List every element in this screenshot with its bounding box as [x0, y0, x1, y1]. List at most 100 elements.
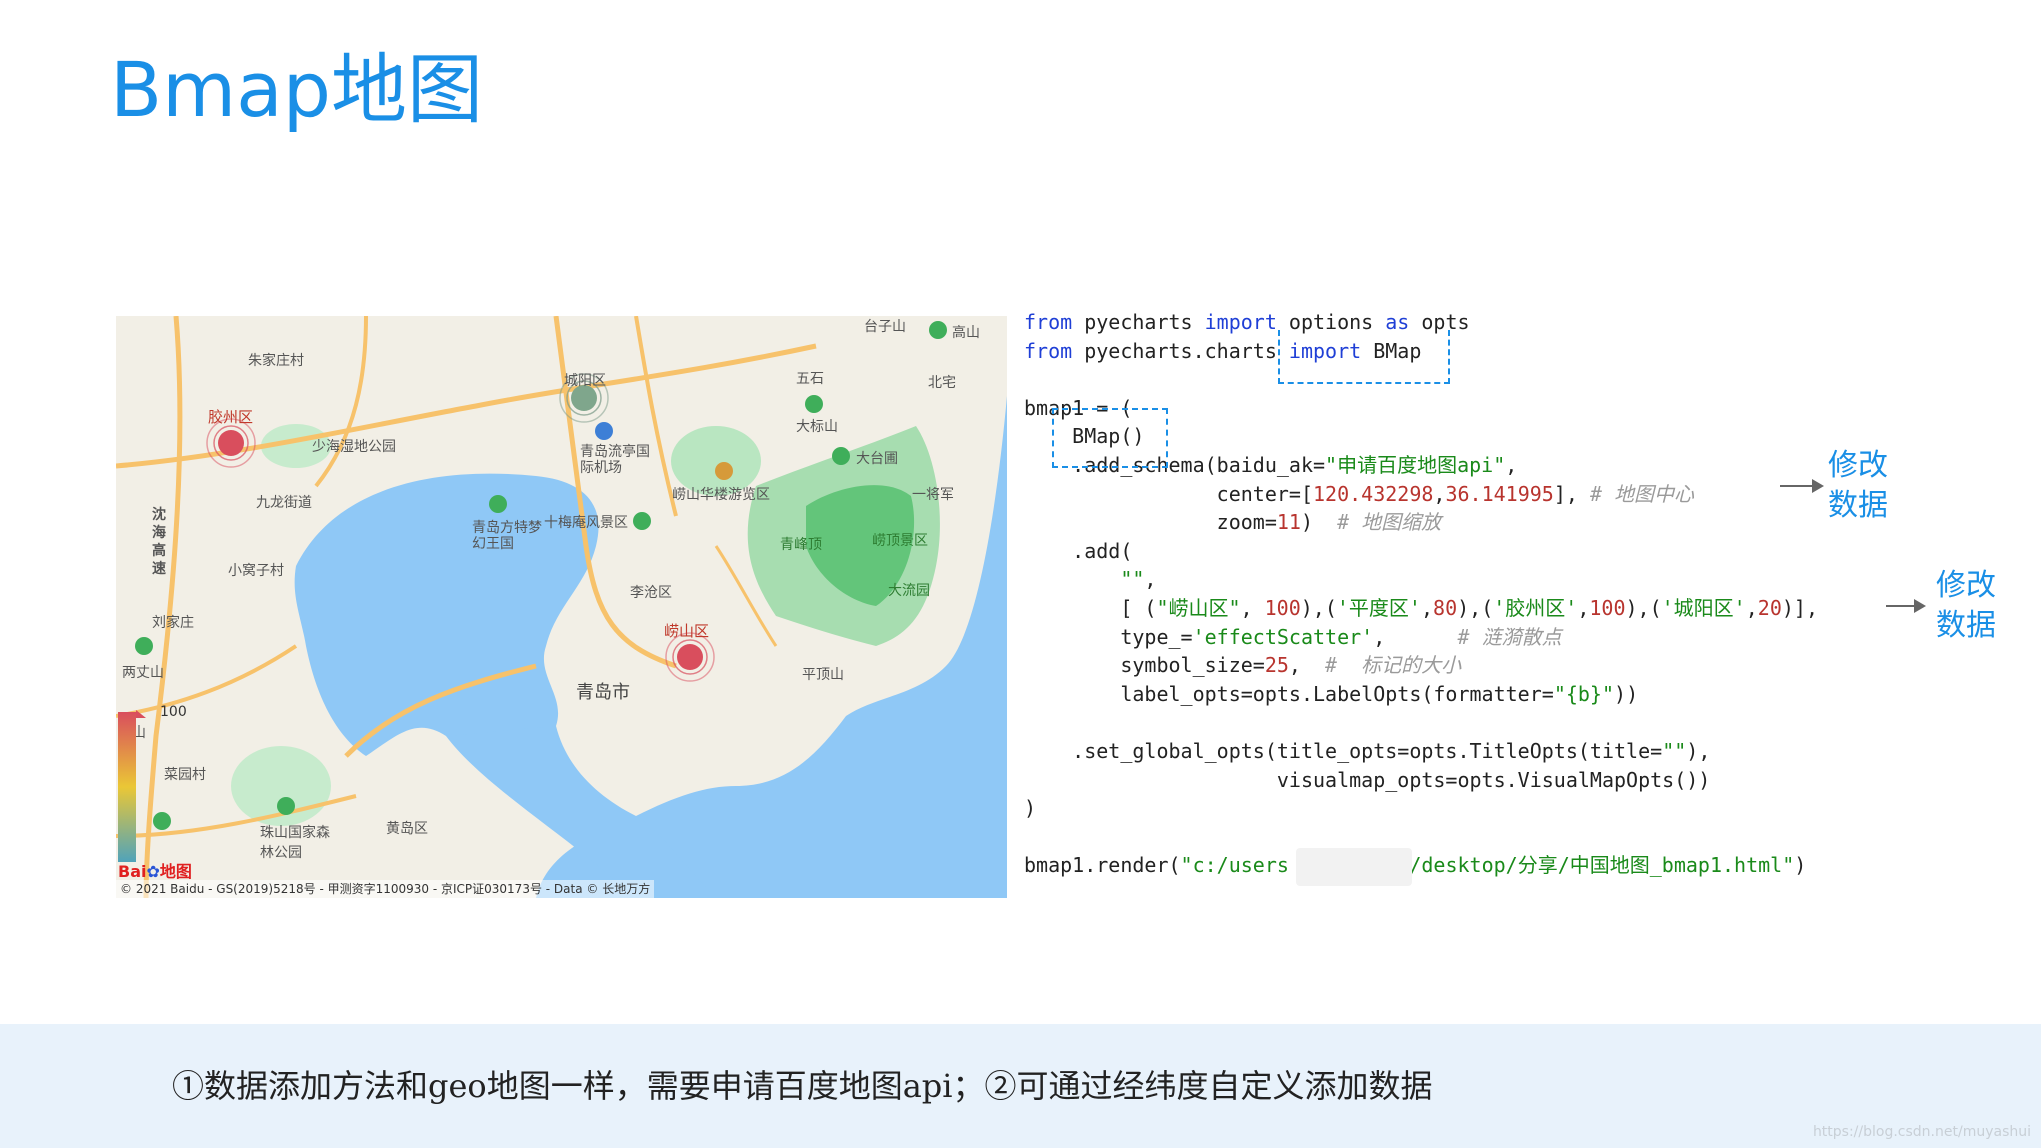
code-token: 'effectScatter' — [1192, 624, 1374, 649]
code-line: ) — [1024, 794, 1036, 822]
code-token: "{b}" — [1553, 681, 1615, 706]
code-token: # 标记的大小 — [1325, 653, 1462, 678]
map-label: 大流园 — [888, 583, 930, 599]
map-label: 青岛方特梦幻王国 — [472, 520, 542, 552]
map-label: 崂山华楼游览区 — [672, 487, 770, 503]
map-label: 李沧区 — [630, 585, 672, 601]
code-token: ], — [1553, 481, 1590, 506]
code-token: ) — [1024, 796, 1037, 821]
code-line: "", — [1024, 565, 1156, 593]
map-label: 两丈山 — [122, 665, 164, 681]
code-token: 25 — [1264, 653, 1289, 678]
map-label: 北宅 — [928, 375, 956, 391]
map-label: 胶州区 — [208, 408, 254, 426]
code-token: /desktop/分享/中国地图_bmap1.html" — [1409, 853, 1795, 878]
map-base — [116, 316, 1007, 898]
note-modify-data: 修改 数据 — [1828, 448, 1888, 523]
code-token: pyecharts — [1072, 310, 1205, 334]
code-token: , — [1577, 596, 1590, 620]
code-line: center=[120.432298,36.141995], # 地图中心 — [1024, 480, 1694, 508]
code-token: , — [1240, 596, 1265, 620]
code-token: 120.432298 — [1312, 481, 1434, 506]
code-token: zoom= — [1024, 510, 1277, 535]
code-token: ) — [1300, 510, 1338, 535]
code-token: 36.141995 — [1445, 481, 1554, 506]
code-line: .set_global_opts(title_opts=opts.TitleOp… — [1024, 737, 1710, 765]
map-label: 高山 — [952, 325, 980, 341]
note-modify-data: 修改 数据 — [1936, 568, 1996, 643]
map-label: 大台圃 — [856, 451, 898, 467]
baidu-paw-icon: ✿ — [146, 862, 160, 881]
code-token: ),( — [1625, 596, 1662, 620]
code-token: center=[ — [1024, 481, 1313, 506]
code-token: type_= — [1024, 624, 1193, 649]
map-copyright: © 2021 Baidu - GS(2019)5218号 - 甲测资字11009… — [116, 880, 655, 898]
code-token: # 地图缩放 — [1337, 510, 1442, 535]
map-label: 崂顶景区 — [872, 533, 928, 549]
map-label: 一将军 — [912, 487, 954, 503]
map-label: 刘家庄 — [152, 615, 194, 631]
map-label: 朱家庄村 — [248, 353, 304, 369]
code-token: label_opts=opts.LabelOpts(formatter= — [1024, 681, 1554, 706]
visual-map-handle[interactable] — [136, 710, 146, 718]
code-token: from — [1024, 310, 1073, 334]
code-token: 20 — [1757, 596, 1782, 620]
map-label: 少海湿地公园 — [312, 439, 396, 455]
code-token: '平度区' — [1336, 596, 1421, 620]
map-label: 九龙街道 — [256, 495, 312, 511]
highlight-import-bmap — [1278, 330, 1450, 384]
watermark: https://blog.csdn.net/muyashui — [1812, 1124, 2031, 1140]
bmap-screenshot: 朱家庄村 胶州区 少海湿地公园 九龙街道 沈海高速 小窝子村 刘家庄 两丈山 李… — [116, 316, 1007, 898]
visual-map-legend[interactable]: 100 — [118, 704, 187, 862]
code-token: bmap1.render( — [1024, 853, 1181, 878]
code-snippet: from pyecharts import options as opts fro… — [1024, 308, 2034, 898]
code-line: type_='effectScatter', # 涟漪散点 — [1024, 623, 1562, 651]
code-token: )) — [1614, 681, 1639, 706]
code-token: symbol_size= — [1024, 653, 1265, 678]
code-token: , — [1373, 624, 1458, 649]
code-token: "崂山区" — [1156, 596, 1241, 620]
code-token: from — [1024, 338, 1073, 363]
footer-summary: ①数据添加方法和geo地图一样，需要申请百度地图api；②可通过经纬度自定义添加… — [172, 1067, 1433, 1105]
code-token: '胶州区' — [1493, 596, 1578, 620]
redacted-username — [1296, 848, 1412, 886]
code-token: [ ( — [1024, 596, 1157, 620]
code-token: visualmap_opts=opts.VisualMapOpts()) — [1024, 767, 1711, 792]
visual-map-gradient — [118, 712, 136, 862]
code-token: , — [1433, 481, 1446, 506]
slide-title: Bmap地图 — [110, 45, 483, 134]
code-token: '城阳区' — [1661, 596, 1746, 620]
arrow-line — [1780, 485, 1816, 487]
code-token: # 涟漪散点 — [1457, 624, 1562, 649]
code-token: 80 — [1433, 596, 1458, 620]
map-label: 沈海高速 — [152, 507, 166, 577]
code-token: "c:/users — [1180, 853, 1289, 878]
code-token: , — [1505, 453, 1518, 477]
code-token: , — [1288, 653, 1326, 678]
code-token: ),( — [1300, 596, 1337, 620]
code-token: , — [1745, 596, 1758, 620]
code-line: symbol_size=25, # 标记的大小 — [1024, 651, 1461, 679]
code-line: label_opts=opts.LabelOpts(formatter="{b}… — [1024, 680, 1638, 708]
visual-map-max-label: 100 — [160, 704, 187, 720]
code-token: 11 — [1276, 510, 1301, 535]
code-token: ), — [1686, 739, 1711, 763]
map-label: 小窝子村 — [228, 563, 284, 579]
baidu-logo: Bai✿地图 — [118, 862, 192, 881]
code-token: "申请百度地图api" — [1325, 453, 1506, 477]
map-label: 崂山区 — [664, 622, 710, 640]
map-label: 台子山 — [864, 319, 906, 335]
highlight-bmap-call — [1052, 408, 1168, 468]
map-label: 城阳区 — [564, 373, 606, 389]
map-label: 平顶山 — [802, 667, 844, 683]
code-line: [ ("崂山区", 100),('平度区',80),('胶州区',100),('… — [1024, 594, 1818, 622]
code-token: ),( — [1457, 596, 1494, 620]
code-token: 100 — [1589, 596, 1626, 620]
code-line: zoom=11) # 地图缩放 — [1024, 508, 1442, 536]
code-line: .add( — [1024, 537, 1132, 565]
code-token: import — [1204, 310, 1277, 334]
map-label: 大标山 — [796, 419, 838, 435]
code-token: pyecharts.charts — [1072, 338, 1289, 363]
code-token: "" — [1120, 567, 1145, 592]
code-token: .add( — [1024, 538, 1133, 563]
